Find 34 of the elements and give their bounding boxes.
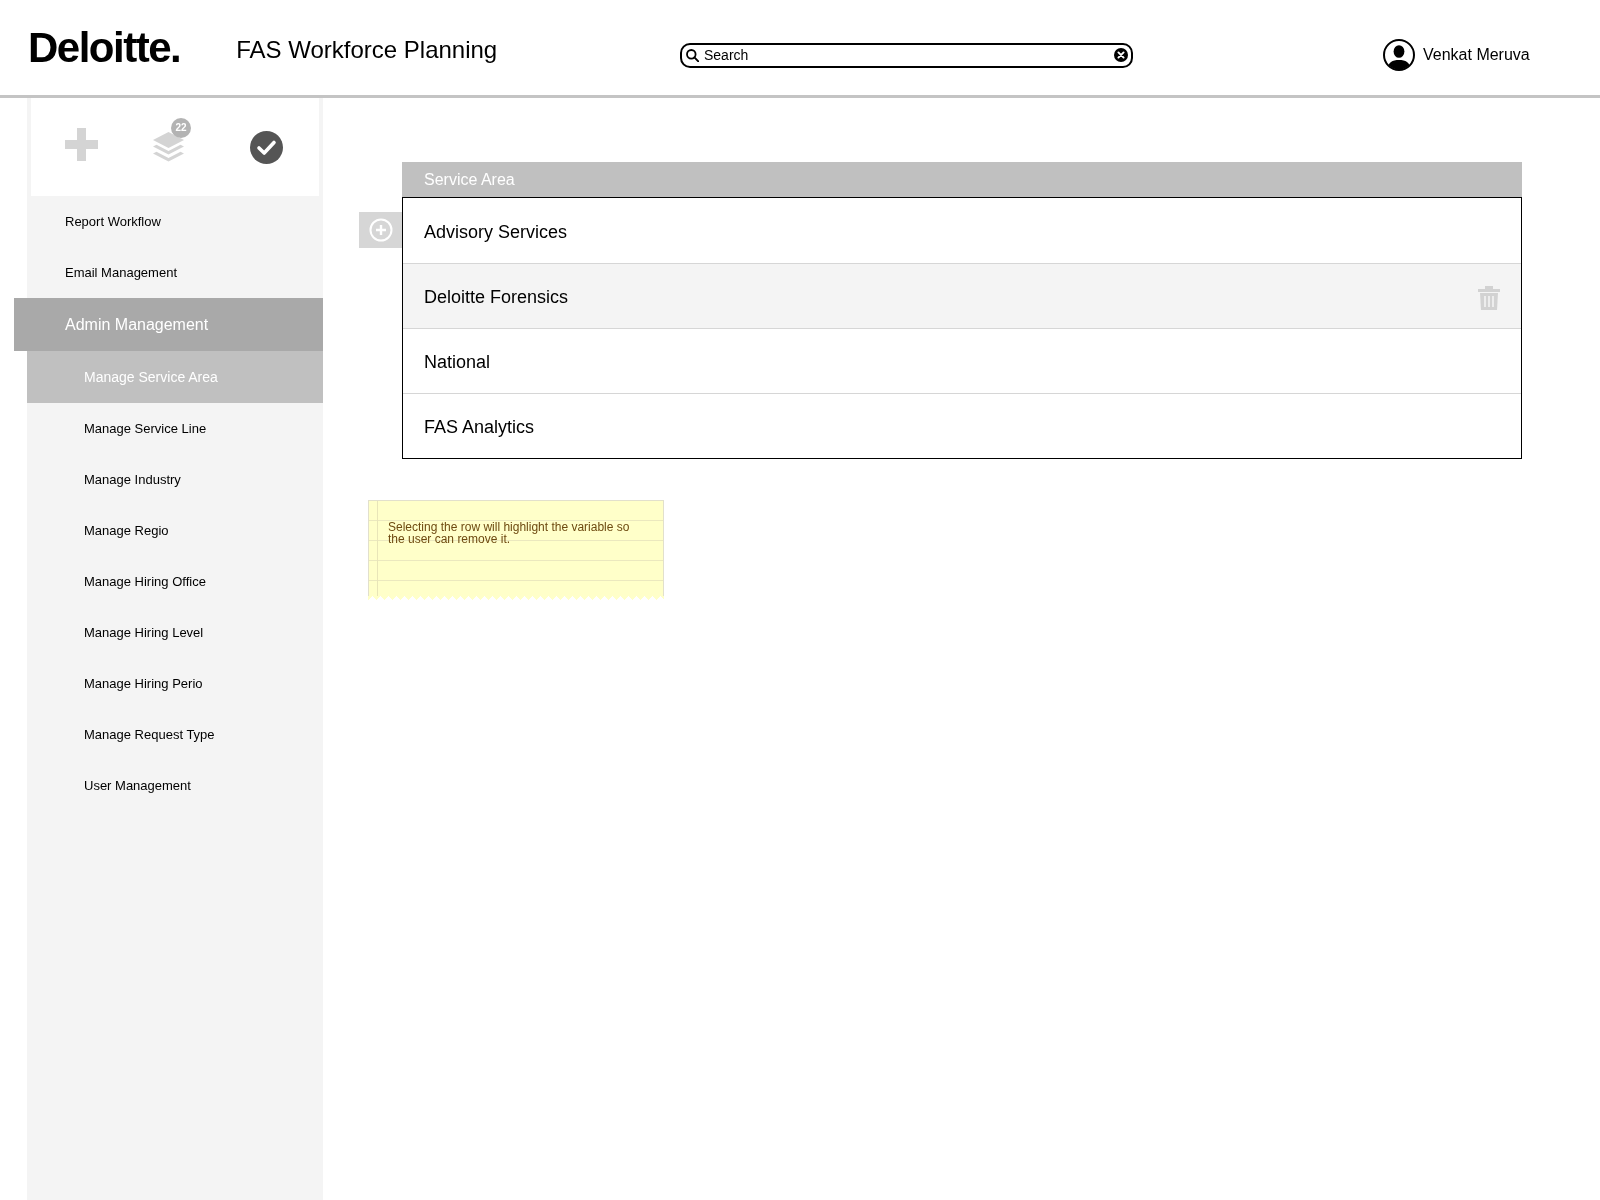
submenu-item[interactable]: Manage Hiring Office	[27, 556, 323, 607]
submenu-item[interactable]: User Management	[27, 760, 323, 811]
sidebar-item[interactable]: Email Management	[27, 247, 323, 298]
check-circle-icon[interactable]	[250, 130, 283, 164]
logo: Deloitte.	[28, 26, 181, 69]
app-title: FAS Workforce Planning	[236, 37, 498, 62]
user-name[interactable]: Venkat Meruva	[1423, 43, 1530, 67]
trash-icon[interactable]	[1478, 285, 1500, 310]
submenu-item[interactable]: Manage Industry	[27, 454, 323, 505]
note-text: Selecting the row will highlight the variable so the user can remove it.	[388, 521, 631, 545]
add-button[interactable]	[359, 212, 402, 248]
plus-icon[interactable]	[65, 127, 98, 161]
submenu-item[interactable]: Manage Hiring Level	[27, 607, 323, 658]
table-row[interactable]: Deloitte Forensics	[403, 263, 1521, 328]
table-cell-text: Deloitte Forensics	[424, 286, 569, 309]
clear-icon[interactable]	[1114, 48, 1128, 62]
plus-circle-icon	[368, 218, 393, 242]
submenu-item[interactable]: Manage Request Type	[27, 709, 323, 760]
table-cell-text: Advisory Services	[424, 220, 568, 244]
layers-icon[interactable]	[153, 132, 184, 162]
count-badge: 22	[171, 118, 191, 138]
table-cell-text: National	[424, 351, 491, 374]
submenu-item[interactable]: Manage Hiring Perio	[27, 658, 323, 709]
table-row[interactable]: Advisory Services	[403, 198, 1521, 263]
sidebar-item[interactable]: Report Workflow	[27, 196, 323, 247]
submenu-item[interactable]: Manage Regio	[27, 505, 323, 556]
submenu-item[interactable]: Manage Service Line	[27, 403, 323, 454]
table-cell-text: FAS Analytics	[424, 416, 535, 439]
avatar-icon[interactable]	[1383, 39, 1415, 71]
table-header: Service Area	[402, 162, 1522, 197]
table-row[interactable]: FAS Analytics	[403, 393, 1521, 458]
search-icon	[686, 48, 699, 62]
search-field[interactable]: Search	[680, 42, 1133, 68]
table-row[interactable]: National	[403, 328, 1521, 393]
